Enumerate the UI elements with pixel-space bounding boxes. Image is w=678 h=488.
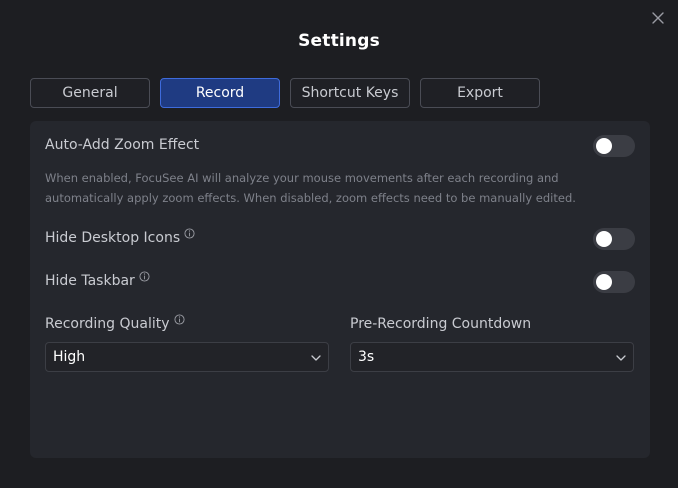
info-icon[interactable] xyxy=(139,271,150,282)
tab-record[interactable]: Record xyxy=(160,78,280,108)
auto-zoom-toggle[interactable] xyxy=(593,135,635,157)
recording-quality-row: Recording Quality xyxy=(45,314,185,332)
settings-window: Settings General Record Shortcut Keys Ex… xyxy=(0,0,678,488)
recording-quality-select[interactable]: High xyxy=(45,342,329,372)
hide-desktop-icons-toggle[interactable] xyxy=(593,228,635,250)
recording-quality-label: Recording Quality xyxy=(45,316,170,332)
tab-export[interactable]: Export xyxy=(420,78,540,108)
toggle-knob xyxy=(596,138,612,154)
countdown-select[interactable]: 3s xyxy=(350,342,634,372)
auto-zoom-description: When enabled, FocuSee AI will analyze yo… xyxy=(45,171,576,205)
chevron-down-icon xyxy=(616,355,626,361)
chevron-down-icon xyxy=(311,355,321,361)
record-settings-panel: Auto-Add Zoom Effect When enabled, FocuS… xyxy=(30,121,650,458)
toggle-knob xyxy=(596,274,612,290)
hide-taskbar-label: Hide Taskbar xyxy=(45,273,135,289)
countdown-label: Pre-Recording Countdown xyxy=(350,316,532,332)
info-icon[interactable] xyxy=(173,314,185,325)
auto-zoom-label: Auto-Add Zoom Effect xyxy=(45,137,200,153)
hide-desktop-icons-row: Hide Desktop Icons xyxy=(45,228,195,246)
tab-shortcut-keys[interactable]: Shortcut Keys xyxy=(290,78,410,108)
countdown-value: 3s xyxy=(358,349,375,365)
toggle-knob xyxy=(596,231,612,247)
tab-general[interactable]: General xyxy=(30,78,150,108)
hide-taskbar-row: Hide Taskbar xyxy=(45,271,150,289)
hide-taskbar-toggle[interactable] xyxy=(593,271,635,293)
window-title: Settings xyxy=(298,31,380,51)
info-icon[interactable] xyxy=(184,228,195,239)
close-icon[interactable] xyxy=(650,10,666,26)
recording-quality-value: High xyxy=(53,349,86,365)
hide-desktop-icons-label: Hide Desktop Icons xyxy=(45,230,181,246)
